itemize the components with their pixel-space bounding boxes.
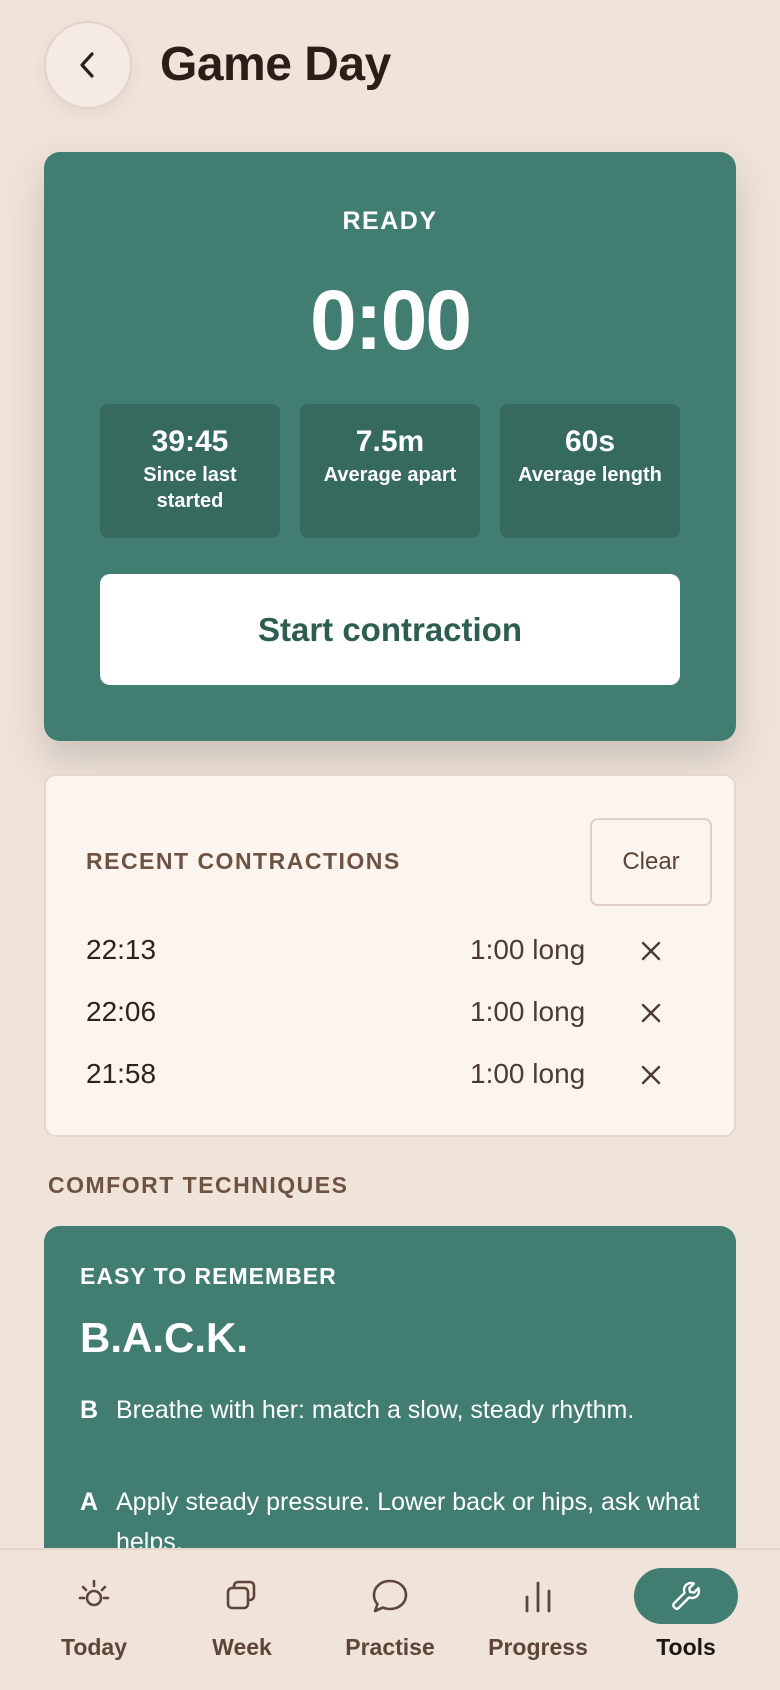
list-item: 22:06 1:00 long xyxy=(86,996,686,1036)
contraction-time: 22:13 xyxy=(86,934,157,965)
stat-since-last-started: 39:45 Since last started xyxy=(100,404,280,538)
contraction-time: 21:58 xyxy=(86,1058,157,1089)
technique-letter: B xyxy=(80,1396,99,1424)
recent-contractions-card: RECENT CONTRACTIONS Clear 22:13 1:00 lon… xyxy=(44,774,736,1137)
remove-contraction-button[interactable] xyxy=(638,938,664,964)
stat-label: Average apart xyxy=(323,464,457,486)
comfort-eyebrow: EASY TO REMEMBER xyxy=(80,1263,337,1289)
technique-letter: A xyxy=(80,1488,99,1516)
close-icon xyxy=(641,1065,661,1085)
stat-average-apart: 7.5m Average apart xyxy=(300,404,480,538)
chat-bubble-icon xyxy=(372,1579,408,1613)
chevron-left-icon xyxy=(80,52,94,78)
recent-contractions-heading: RECENT CONTRACTIONS xyxy=(86,848,401,874)
sun-icon xyxy=(78,1579,110,1607)
nav-label: Progress xyxy=(488,1634,588,1660)
stat-label: Average length xyxy=(518,464,662,486)
nav-item-week[interactable]: Week xyxy=(164,1550,320,1690)
stat-average-length: 60s Average length xyxy=(500,404,680,538)
nav-icon-container xyxy=(42,1568,146,1624)
wrench-icon xyxy=(672,1581,701,1610)
comfort-acronym: B.A.C.K. xyxy=(80,1314,248,1361)
contraction-time: 22:06 xyxy=(86,996,157,1027)
nav-icon-container xyxy=(486,1568,590,1624)
timer-stats: 39:45 Since last started 7.5m Average ap… xyxy=(100,404,680,538)
nav-label: Practise xyxy=(345,1634,435,1660)
bar-chart-icon xyxy=(525,1581,551,1613)
comfort-technique-card[interactable]: EASY TO REMEMBER B.A.C.K. B Breathe with… xyxy=(44,1226,736,1586)
stat-value: 39:45 xyxy=(151,425,229,458)
timer-display: 0:00 xyxy=(309,273,472,367)
comfort-techniques-heading: COMFORT TECHNIQUES xyxy=(48,1172,349,1198)
timer-status: READY xyxy=(342,207,438,235)
nav-label: Today xyxy=(60,1634,128,1660)
nav-icon-container xyxy=(338,1568,442,1624)
nav-icon-container xyxy=(190,1568,294,1624)
close-icon xyxy=(641,1003,661,1023)
nav-item-practise[interactable]: Practise xyxy=(312,1550,468,1690)
contraction-timer-card: READY 0:00 39:45 Since last started 7.5m… xyxy=(44,152,736,741)
nav-label: Tools xyxy=(656,1634,716,1660)
remove-contraction-button[interactable] xyxy=(638,1000,664,1026)
close-icon xyxy=(641,941,661,961)
technique-item: B Breathe with her: match a slow, steady… xyxy=(80,1390,700,1430)
remove-contraction-button[interactable] xyxy=(638,1062,664,1088)
technique-text: Breathe with her: match a slow, steady r… xyxy=(116,1396,635,1424)
list-item: 22:13 1:00 long xyxy=(86,934,686,974)
stat-label: Since last started xyxy=(143,464,237,512)
nav-item-today[interactable]: Today xyxy=(16,1550,172,1690)
page-title: Game Day xyxy=(160,38,391,91)
nav-item-progress[interactable]: Progress xyxy=(460,1550,616,1690)
start-contraction-button[interactable]: Start contraction xyxy=(100,574,680,685)
stat-value: 60s xyxy=(564,425,616,458)
contraction-length: 1:00 long xyxy=(470,996,586,1027)
list-item: 21:58 1:00 long xyxy=(86,1058,686,1098)
nav-icon-container xyxy=(634,1568,738,1624)
nav-item-tools[interactable]: Tools xyxy=(608,1550,764,1690)
clear-button[interactable]: Clear xyxy=(590,818,712,906)
nav-label: Week xyxy=(212,1634,272,1660)
stack-icon xyxy=(226,1580,256,1610)
contraction-length: 1:00 long xyxy=(470,934,586,965)
stat-value: 7.5m xyxy=(355,425,425,458)
bottom-nav: Today Week Practise Progress Tools xyxy=(0,1548,780,1688)
back-button[interactable] xyxy=(44,21,132,109)
contraction-length: 1:00 long xyxy=(470,1058,586,1089)
